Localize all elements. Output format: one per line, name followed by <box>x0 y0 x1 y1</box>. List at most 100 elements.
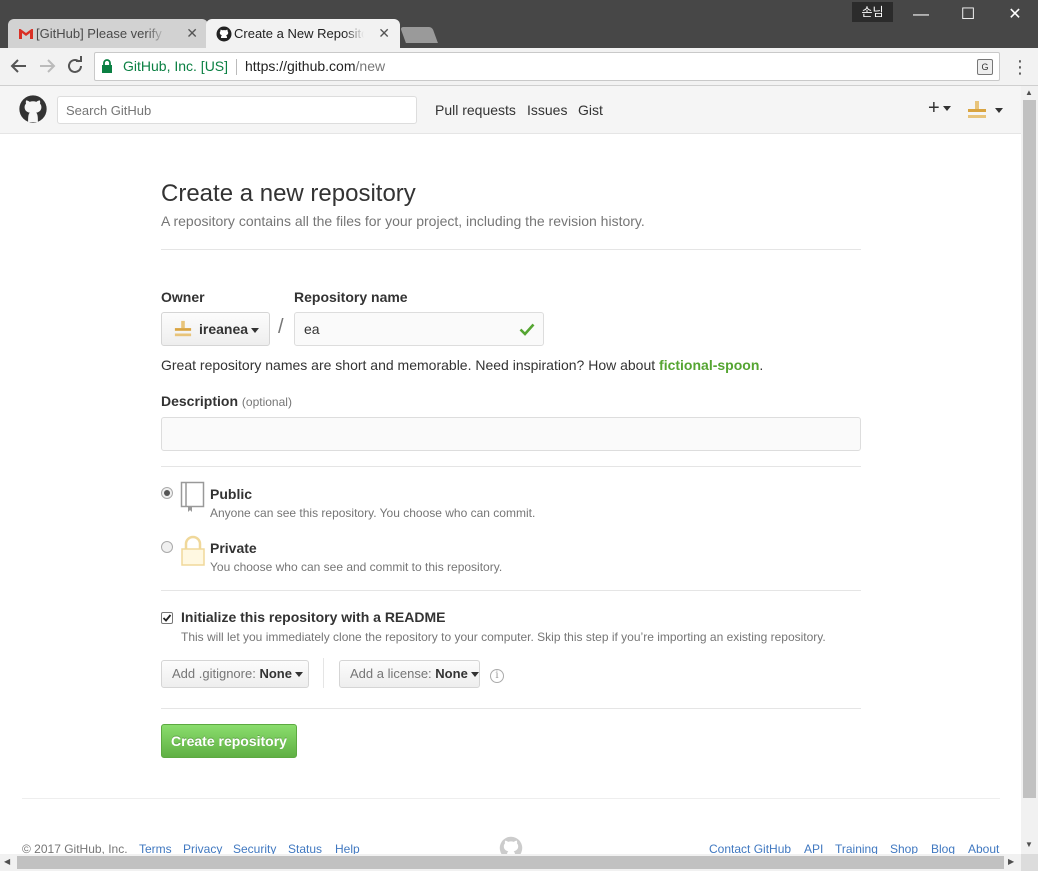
page-footer: © 2017 GitHub, Inc. Terms Privacy Securi… <box>22 798 1000 854</box>
owner-repo-separator: / <box>278 316 284 338</box>
readme-checkbox[interactable] <box>161 612 173 624</box>
back-arrow-icon[interactable] <box>7 54 31 78</box>
copyright: © 2017 GitHub, Inc. <box>22 842 128 854</box>
gitignore-select[interactable]: Add .gitignore: None <box>161 660 309 688</box>
profile-badge[interactable]: 손님 <box>852 2 893 22</box>
repo-book-icon <box>180 481 205 512</box>
info-icon[interactable]: i <box>490 669 504 683</box>
nav-issues[interactable]: Issues <box>527 102 567 118</box>
browser-menu-icon[interactable]: ⋮ <box>1010 56 1030 78</box>
description-label: Description (optional) <box>161 393 292 409</box>
address-bar[interactable]: GitHub, Inc. [US] https://github.com/new… <box>94 52 1000 81</box>
page-viewport: Pull requests Issues Gist + Create a new… <box>0 86 1021 854</box>
license-value: None <box>435 666 468 681</box>
footer-link-api[interactable]: API <box>804 842 823 854</box>
license-select[interactable]: Add a license: None <box>339 660 480 688</box>
divider <box>161 466 861 467</box>
footer-link-training[interactable]: Training <box>835 842 878 854</box>
optional-tag: (optional) <box>241 395 292 409</box>
nav-gist[interactable]: Gist <box>578 102 603 118</box>
github-logo-icon[interactable] <box>19 95 47 123</box>
gitignore-label: Add .gitignore: <box>172 666 256 681</box>
url-host: https://github.com <box>245 58 356 74</box>
vertical-scrollbar[interactable]: ▲ ▼ <box>1021 86 1038 854</box>
tab-new-repository[interactable]: Create a New Repository ✕ <box>206 19 400 48</box>
check-icon <box>519 323 535 336</box>
chevron-down-icon[interactable] <box>995 108 1003 113</box>
private-note: You choose who can see and commit to thi… <box>210 560 503 574</box>
url-text: https://github.com/new <box>245 53 385 80</box>
repo-name-input[interactable]: ea <box>294 312 544 346</box>
owner-select[interactable]: ireanea <box>161 312 270 346</box>
divider <box>161 590 861 591</box>
scroll-left-icon[interactable]: ◀ <box>4 857 10 867</box>
description-label-text: Description <box>161 393 239 409</box>
repo-name-hint: Great repository names are short and mem… <box>161 357 763 373</box>
gmail-icon <box>19 29 33 39</box>
close-tab-icon[interactable]: ✕ <box>378 19 390 48</box>
secure-label: GitHub, Inc. [US] <box>123 58 229 74</box>
github-header: Pull requests Issues Gist + <box>0 86 1021 134</box>
chevron-down-icon <box>942 106 951 112</box>
hint-end: . <box>759 357 764 373</box>
scroll-right-icon[interactable]: ▶ <box>1008 857 1014 867</box>
create-repository-button[interactable]: Create repository <box>161 724 297 758</box>
tab-label: [GitHub] Please verify your <box>36 26 166 41</box>
description-input[interactable] <box>161 417 861 451</box>
create-new-menu[interactable]: + <box>928 98 951 118</box>
translate-icon[interactable]: G <box>977 59 993 75</box>
forward-arrow-icon[interactable] <box>35 54 59 78</box>
maximize-button[interactable]: ☐ <box>945 0 991 30</box>
footer-link-help[interactable]: Help <box>335 842 360 854</box>
new-tab-button[interactable] <box>400 27 438 43</box>
plus-icon: + <box>928 97 940 119</box>
footer-link-about[interactable]: About <box>968 842 999 854</box>
avatar[interactable] <box>967 100 987 120</box>
private-radio[interactable] <box>161 541 173 553</box>
lock-icon <box>181 535 205 566</box>
close-tab-icon[interactable]: ✕ <box>186 19 198 48</box>
public-title: Public <box>210 486 253 502</box>
repo-name-value: ea <box>304 321 320 337</box>
readme-label[interactable]: Initialize this repository with a README <box>181 609 445 625</box>
divider <box>161 249 861 250</box>
footer-link-security[interactable]: Security <box>233 842 276 854</box>
horizontal-scrollbar[interactable]: ◀ ▶ <box>0 854 1021 871</box>
owner-label: Owner <box>161 289 205 305</box>
scroll-thumb[interactable] <box>17 856 1004 869</box>
footer-link-shop[interactable]: Shop <box>890 842 918 854</box>
chevron-down-icon <box>251 327 260 333</box>
reload-icon[interactable] <box>63 54 87 78</box>
repo-name-label: Repository name <box>294 289 408 305</box>
scroll-thumb[interactable] <box>1023 100 1036 798</box>
scroll-down-icon[interactable]: ▼ <box>1025 840 1033 850</box>
close-window-button[interactable]: ✕ <box>992 0 1038 30</box>
scroll-up-icon[interactable]: ▲ <box>1025 88 1033 98</box>
page-subtitle: A repository contains all the files for … <box>161 213 645 229</box>
nav-pull-requests[interactable]: Pull requests <box>435 102 516 118</box>
scrollbar-corner <box>1021 854 1038 871</box>
footer-link-terms[interactable]: Terms <box>139 842 172 854</box>
checkmark-icon <box>162 614 172 622</box>
github-mark-icon[interactable] <box>499 836 523 854</box>
footer-link-blog[interactable]: Blog <box>931 842 955 854</box>
minimize-button[interactable]: — <box>898 0 944 30</box>
public-note: Anyone can see this repository. You choo… <box>210 506 536 520</box>
url-path: /new <box>355 58 386 74</box>
search-input[interactable] <box>57 96 417 124</box>
footer-link-status[interactable]: Status <box>288 842 322 854</box>
chevron-down-icon <box>294 672 303 678</box>
page-title: Create a new repository <box>161 180 416 207</box>
select-divider <box>323 658 324 688</box>
chevron-down-icon <box>470 672 479 678</box>
readme-note: This will let you immediately clone the … <box>181 630 826 644</box>
name-suggestion-link[interactable]: fictional-spoon <box>659 357 759 373</box>
license-label: Add a license: <box>350 666 432 681</box>
lock-icon <box>102 59 112 73</box>
footer-link-privacy[interactable]: Privacy <box>183 842 222 854</box>
github-icon <box>216 26 232 42</box>
footer-link-contact[interactable]: Contact GitHub <box>709 842 791 854</box>
tab-gmail[interactable]: [GitHub] Please verify your ✕ <box>8 19 208 48</box>
public-radio[interactable] <box>161 487 173 499</box>
private-title: Private <box>210 540 257 556</box>
